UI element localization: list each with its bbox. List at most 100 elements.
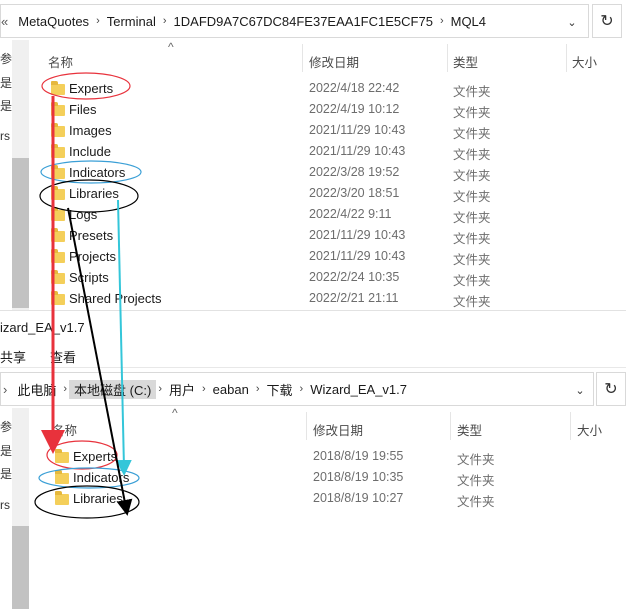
chevron-down-icon[interactable]: ⌄: [563, 13, 581, 31]
file-row-libraries[interactable]: Libraries 2022/3/20 18:51 文件夹: [0, 183, 626, 204]
file-type: 文件夹: [453, 232, 491, 246]
chevron-right-icon[interactable]: ›: [438, 15, 446, 27]
column-header-size[interactable]: 大小: [577, 420, 602, 439]
file-row-presets[interactable]: Presets 2021/11/29 10:43 文件夹: [0, 225, 626, 246]
breadcrumb-downloads[interactable]: 下载: [262, 380, 298, 399]
file-modified-date: 2021/11/29 10:43: [309, 123, 406, 137]
column-header-date[interactable]: 修改日期: [309, 52, 359, 71]
file-name: Experts: [73, 449, 118, 464]
breadcrumb-terminal[interactable]: Terminal: [102, 14, 161, 29]
chevron-right-icon[interactable]: ›: [254, 383, 262, 395]
breadcrumb-this-pc[interactable]: 此电脑: [12, 380, 61, 399]
column-divider[interactable]: [447, 44, 448, 72]
file-row-libraries[interactable]: Libraries 2018/8/19 10:27 文件夹: [0, 488, 626, 509]
file-row-files[interactable]: Files 2022/4/19 10:12 文件夹: [0, 99, 626, 120]
file-row-indicators[interactable]: Indicators 2022/3/28 19:52 文件夹: [0, 162, 626, 183]
ribbon-tab-view[interactable]: 查看: [50, 347, 76, 366]
column-header-name[interactable]: 名称: [48, 52, 73, 71]
file-type: 文件夹: [453, 148, 491, 162]
screenshot-divider: [0, 310, 626, 311]
breadcrumb-mql4[interactable]: MQL4: [446, 14, 491, 29]
folder-icon: [51, 291, 65, 305]
file-modified-date: 2022/2/21 21:11: [309, 291, 399, 305]
file-modified-date: 2021/11/29 10:43: [309, 144, 406, 158]
column-header-size[interactable]: 大小: [572, 52, 597, 71]
breadcrumb-terminal-id[interactable]: 1DAFD9A7C67DC84FE37EAA1FC1E5CF75: [169, 14, 438, 29]
file-modified-date: 2022/3/28 19:52: [309, 165, 400, 179]
file-modified-date: 2022/4/22 9:11: [309, 207, 392, 221]
breadcrumb-users[interactable]: 用户: [164, 380, 200, 399]
file-row-indicators[interactable]: Indicators 2018/8/19 10:35 文件夹: [0, 467, 626, 488]
refresh-icon[interactable]: ↻: [592, 4, 622, 38]
file-row-scripts[interactable]: Scripts 2022/2/24 10:35 文件夹: [0, 267, 626, 288]
file-name: Libraries: [69, 186, 119, 201]
file-type: 文件夹: [457, 495, 495, 509]
nav-scrollbar-thumb[interactable]: [12, 526, 29, 609]
breadcrumb-overflow[interactable]: «: [1, 14, 13, 29]
file-name: Presets: [69, 228, 114, 243]
file-row-images[interactable]: Images 2021/11/29 10:43 文件夹: [0, 120, 626, 141]
file-name: Scripts: [69, 270, 109, 285]
top-address-bar[interactable]: « MetaQuotes › Terminal › 1DAFD9A7C67DC8…: [0, 4, 589, 38]
folder-icon: [51, 144, 65, 158]
file-modified-date: 2021/11/29 10:43: [309, 249, 406, 263]
file-name: Indicators: [73, 470, 130, 485]
chevron-right-icon[interactable]: ›: [61, 383, 69, 395]
ribbon-divider: [0, 367, 626, 368]
file-row-logs[interactable]: Logs 2022/4/22 9:11 文件夹: [0, 204, 626, 225]
column-header-type[interactable]: 类型: [453, 52, 478, 71]
chevron-right-icon[interactable]: ›: [156, 383, 164, 395]
file-type: 文件夹: [453, 106, 491, 120]
column-header-date[interactable]: 修改日期: [313, 420, 363, 439]
breadcrumb-wizard-ea[interactable]: Wizard_EA_v1.7: [305, 382, 412, 397]
file-row-projects[interactable]: Projects 2021/11/29 10:43 文件夹: [0, 246, 626, 267]
file-type: 文件夹: [453, 274, 491, 288]
column-header-type[interactable]: 类型: [457, 420, 482, 439]
column-header-name[interactable]: 名称: [52, 420, 77, 439]
file-row-experts[interactable]: Experts 2018/8/19 19:55 文件夹: [0, 446, 626, 467]
chevron-down-icon[interactable]: ⌄: [571, 381, 589, 399]
folder-icon: [51, 228, 65, 242]
column-divider[interactable]: [306, 412, 307, 440]
file-type: 文件夹: [457, 453, 495, 467]
chevron-right-icon[interactable]: ›: [94, 15, 102, 27]
file-row-experts[interactable]: Experts 2022/4/18 22:42 文件夹: [0, 78, 626, 99]
file-row-shared-projects[interactable]: Shared Projects 2022/2/21 21:11 文件夹: [0, 288, 626, 309]
sort-ascending-icon: ^: [172, 406, 178, 420]
chevron-right-icon[interactable]: ›: [200, 383, 208, 395]
file-modified-date: 2022/4/19 10:12: [309, 102, 400, 116]
column-divider[interactable]: [450, 412, 451, 440]
folder-icon: [51, 123, 65, 137]
column-divider[interactable]: [570, 412, 571, 440]
file-type: 文件夹: [453, 190, 491, 204]
file-name: Images: [69, 123, 112, 138]
file-row-include[interactable]: Include 2021/11/29 10:43 文件夹: [0, 141, 626, 162]
folder-icon: [51, 207, 65, 221]
bottom-address-bar[interactable]: › 此电脑 › 本地磁盘 (C:) › 用户 › eaban › 下载 › Wi…: [0, 372, 594, 406]
file-name: Shared Projects: [69, 291, 162, 306]
breadcrumb-local-disk[interactable]: 本地磁盘 (C:): [69, 379, 157, 399]
folder-icon: [55, 449, 69, 463]
ribbon-tab-share[interactable]: 共享: [0, 347, 26, 366]
file-type: 文件夹: [457, 474, 495, 488]
folder-icon: [51, 270, 65, 284]
folder-icon: [51, 102, 65, 116]
file-modified-date: 2018/8/19 19:55: [313, 449, 404, 463]
file-type: 文件夹: [453, 295, 491, 309]
file-modified-date: 2022/4/18 22:42: [309, 81, 400, 95]
column-divider[interactable]: [566, 44, 567, 72]
file-type: 文件夹: [453, 211, 491, 225]
file-type: 文件夹: [453, 253, 491, 267]
folder-icon: [55, 491, 69, 505]
file-name: Indicators: [69, 165, 126, 180]
chevron-right-icon[interactable]: ›: [298, 383, 306, 395]
chevron-right-icon[interactable]: ›: [161, 15, 169, 27]
column-divider[interactable]: [302, 44, 303, 72]
folder-icon: [51, 249, 65, 263]
folder-icon: [51, 165, 65, 179]
file-name: Files: [69, 102, 97, 117]
breadcrumb-metaquotes[interactable]: MetaQuotes: [13, 14, 94, 29]
breadcrumb-eaban[interactable]: eaban: [208, 382, 254, 397]
refresh-icon[interactable]: ↻: [596, 372, 626, 406]
breadcrumb-overflow[interactable]: ›: [1, 382, 12, 397]
